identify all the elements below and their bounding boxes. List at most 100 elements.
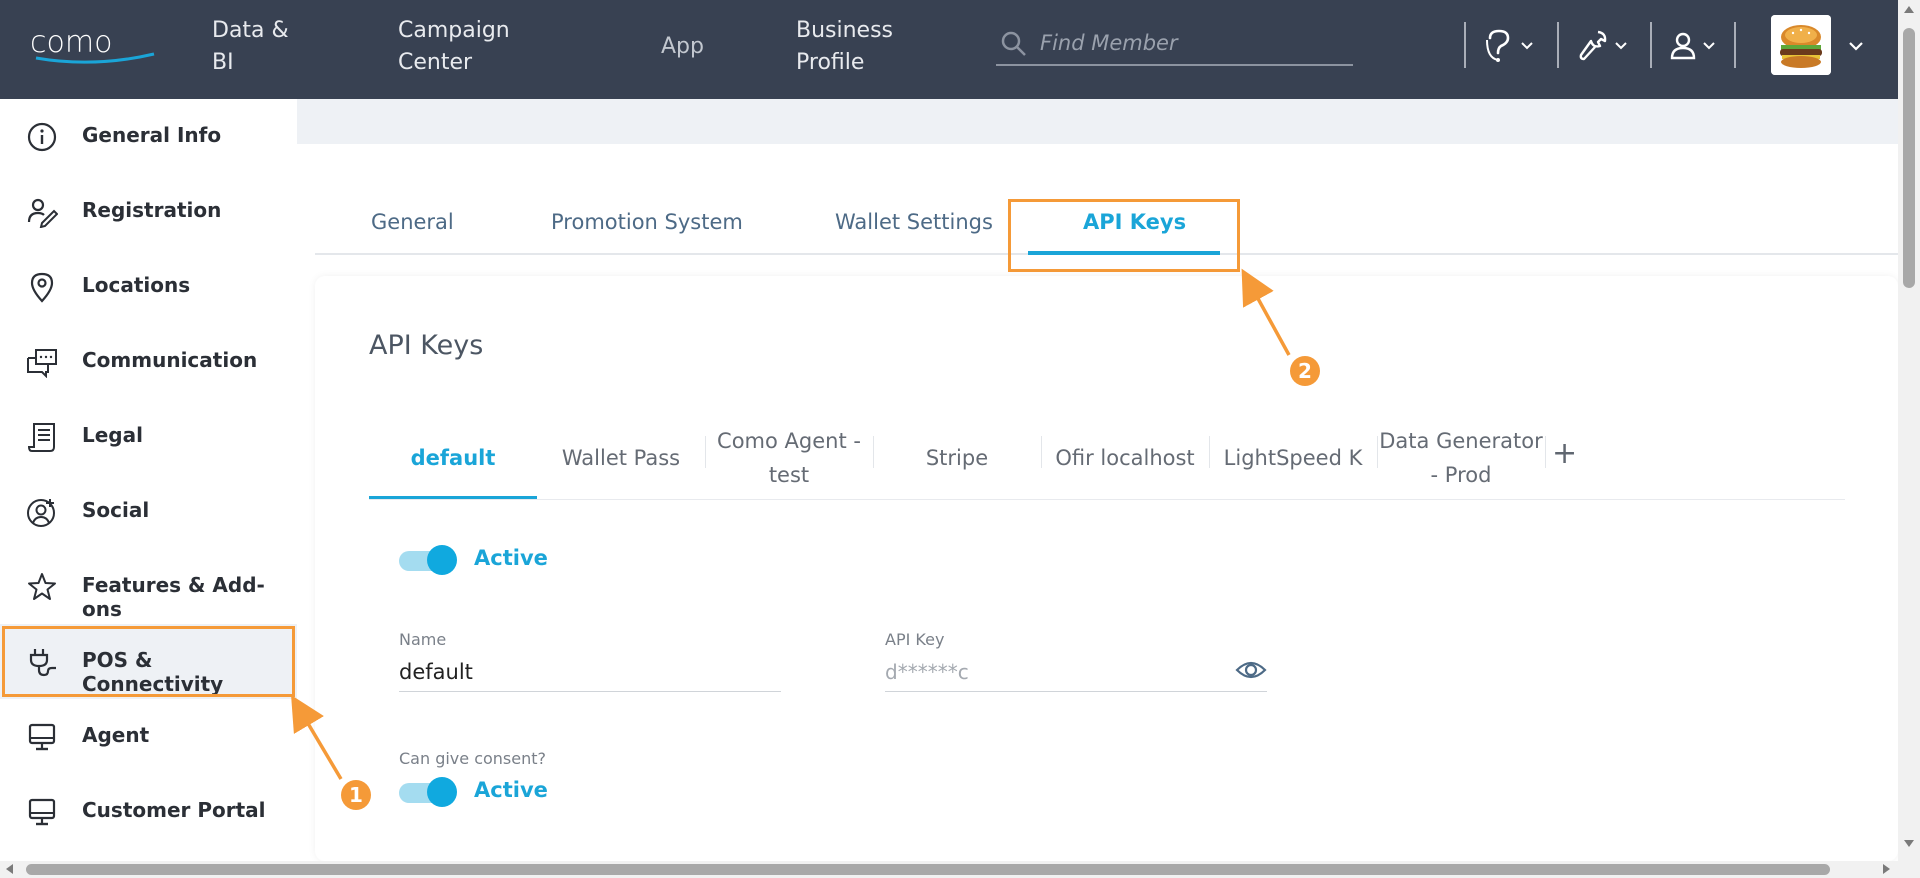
tab-separator [1545,436,1546,468]
key-tab-data-generator-prod[interactable]: Data Generator - Prod [1377,416,1545,500]
add-api-key-button[interactable]: + [1552,436,1577,471]
key-tab-label-line2: - Prod [1430,463,1492,487]
show-key-eye-icon[interactable] [1235,658,1267,682]
help-menu-button[interactable] [1484,26,1534,66]
highlight-box-api-keys-tab [1008,199,1240,272]
nav-data-bi[interactable]: Data & BI [212,15,289,79]
api-key-field-label: API Key [885,630,945,649]
nav-business-profile-line2: Profile [796,50,865,75]
horizontal-scrollbar[interactable] [0,861,1920,878]
separator [1557,22,1559,68]
sidebar-item-label: Communication [82,348,258,372]
find-member-input[interactable] [1040,26,1340,60]
nav-campaign-center-line1: Campaign [398,18,510,43]
key-tab-label-line2: test [768,463,810,487]
communication-icon [27,349,57,378]
location-pin-icon [30,272,54,303]
chevron-down-icon [1615,42,1627,50]
registration-icon [27,198,58,228]
page-header-strip [297,99,1898,144]
vertical-scrollbar[interactable] [1898,0,1920,861]
nav-data-bi-line2: BI [212,50,234,75]
scroll-left-arrow[interactable] [6,864,13,874]
name-input[interactable] [399,654,781,690]
burger-logo-icon [1771,15,1831,75]
key-tab-wallet-pass[interactable]: Wallet Pass [537,416,705,500]
consent-label: Can give consent? [399,749,547,768]
key-tab-label: Stripe [925,446,989,470]
active-toggle[interactable] [399,545,459,575]
document-icon [27,423,55,452]
vertical-scroll-thumb[interactable] [1903,28,1915,288]
nav-business-profile-line1: Business [796,18,894,43]
tab-promotion-system[interactable]: Promotion System [551,210,743,234]
search-icon [1001,31,1026,56]
separator [1464,22,1466,68]
help-icon [1486,29,1510,62]
business-avatar[interactable] [1771,15,1831,75]
sidebar-item-locations[interactable]: Locations [0,249,297,324]
key-tab-stripe[interactable]: Stripe [873,416,1041,500]
api-keys-card [315,276,1898,861]
sidebar-item-agent[interactable]: Agent [0,699,297,774]
monitor-icon [28,798,56,826]
sidebar-item-label: Registration [82,198,222,222]
horizontal-scroll-thumb[interactable] [26,864,1830,875]
api-key-input[interactable] [885,654,1267,690]
scroll-right-arrow[interactable] [1883,864,1890,874]
annotation-badge-1: 1 [341,780,371,810]
sidebar-item-customer-portal[interactable]: Customer Portal [0,774,297,849]
active-toggle-label: Active [474,546,548,570]
tools-menu-button[interactable] [1578,26,1628,66]
key-tab-ofir-localhost[interactable]: Ofir localhost [1041,416,1209,500]
key-tab-label: LightSpeed K [1223,446,1363,470]
nav-campaign-center[interactable]: Campaign Center [398,15,510,79]
card-title: API Keys [369,330,484,361]
nav-app[interactable]: App [661,31,704,63]
nav-business-profile[interactable]: Business Profile [796,15,893,79]
consent-toggle-label: Active [474,778,548,802]
key-tab-default[interactable]: default [369,416,537,500]
separator [1734,22,1736,68]
wrench-icon [1579,30,1607,61]
key-tab-label: default [410,446,496,470]
sidebar-item-general-info[interactable]: General Info [0,99,297,174]
key-tab-label: Ofir localhost [1055,446,1195,470]
como-logo[interactable]: como [28,25,164,64]
api-key-field [885,654,1267,692]
logo-text: como [30,28,112,60]
sidebar-item-label: Customer Portal [82,798,266,822]
scroll-down-arrow[interactable] [1904,840,1914,847]
sidebar-item-registration[interactable]: Registration [0,174,297,249]
sidebar-item-label: Legal [82,423,143,447]
tab-general[interactable]: General [371,210,454,234]
chevron-down-icon [1703,42,1715,50]
sidebar-item-legal[interactable]: Legal [0,399,297,474]
annotation-badge-2: 2 [1290,356,1320,386]
tab-wallet-settings[interactable]: Wallet Settings [835,210,993,234]
scroll-up-arrow[interactable] [1904,6,1914,13]
star-icon [28,573,56,600]
user-menu-button[interactable] [1670,26,1716,66]
social-icon [27,499,55,527]
sidebar-item-communication[interactable]: Communication [0,324,297,399]
business-menu-toggle[interactable] [1848,26,1864,66]
nav-data-bi-line1: Data & [212,18,289,43]
sidebar-item-label: Features & Add-ons [82,573,265,621]
chevron-down-icon [1849,42,1863,51]
toggle-knob [427,545,457,575]
separator [1650,22,1652,68]
key-tab-label-line1: Como Agent - [717,429,861,453]
name-field [399,654,781,692]
consent-toggle[interactable] [399,777,459,807]
monitor-icon [28,723,56,751]
sidebar-item-features-add-ons[interactable]: Features & Add-ons [0,549,297,624]
sidebar-item-label: General Info [82,123,222,147]
key-tab-como-agent-test[interactable]: Como Agent - test [705,416,873,500]
key-tab-label: Wallet Pass [561,446,681,470]
highlight-box-pos-connectivity [2,626,295,697]
logo-mark: como [30,25,155,64]
key-tab-lightspeed-k[interactable]: LightSpeed K [1209,416,1377,500]
sidebar-item-label: Social [82,498,150,522]
sidebar-item-social[interactable]: Social [0,474,297,549]
